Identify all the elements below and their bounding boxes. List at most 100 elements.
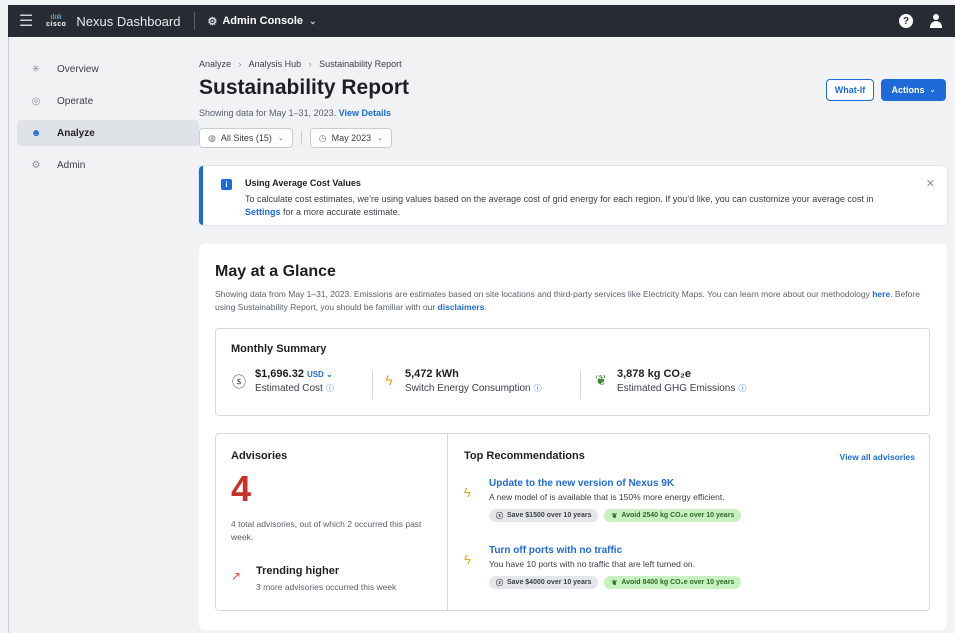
recommendation-title-link[interactable]: Turn off ports with no traffic bbox=[489, 545, 622, 556]
sidebar-item-label: Operate bbox=[57, 95, 94, 107]
globe-icon: ◍ bbox=[208, 132, 216, 143]
chevron-down-icon: ⌄ bbox=[929, 87, 936, 94]
breadcrumb: Analyze › Analysis Hub › Sustainability … bbox=[199, 59, 402, 69]
banner-title: Using Average Cost Values bbox=[245, 178, 361, 188]
metric-emissions-label-row: Estimated GHG Emissions ⓘ bbox=[617, 383, 746, 394]
methodology-link[interactable]: here bbox=[872, 289, 890, 299]
glance-title: May at a Glance bbox=[215, 263, 336, 280]
metric-divider bbox=[372, 371, 373, 399]
advisories-description: 4 total advisories, out of which 2 occur… bbox=[231, 519, 422, 542]
savings-badge-label: Save $1500 over 10 years bbox=[507, 512, 592, 519]
glance-card: May at a Glance Showing data from May 1–… bbox=[199, 244, 947, 630]
recommendation-title-link[interactable]: Update to the new version of Nexus 9K bbox=[489, 478, 674, 489]
top-bar: ☰ ılıılı cisco Nexus Dashboard ⚙ Admin C… bbox=[8, 5, 955, 37]
currency-dropdown[interactable]: USD ⌄ bbox=[307, 370, 333, 379]
filter-divider bbox=[300, 131, 302, 145]
metric-energy-value: 5,472 kWh bbox=[405, 368, 459, 380]
savings-badge: ⓢ Save $4000 over 10 years bbox=[489, 576, 599, 589]
page-subtitle-text: Showing data for May 1–31, 2023. bbox=[199, 108, 337, 118]
lightning-icon: ϟ bbox=[464, 552, 471, 567]
sidebar-item-operate[interactable]: ◎ Operate bbox=[17, 88, 199, 114]
sidebar-item-label: Overview bbox=[57, 63, 99, 75]
breadcrumb-item-analyze[interactable]: Analyze bbox=[199, 59, 231, 69]
savings-badge: ⓢ Save $1500 over 10 years bbox=[489, 509, 599, 522]
metric-cost-value-row: $1,696.32 USD ⌄ bbox=[255, 368, 334, 380]
view-all-advisories-link[interactable]: View all advisories bbox=[840, 452, 915, 462]
recommendation-badges: ⓢ Save $1500 over 10 years ❦ Avoid 2540 kg… bbox=[489, 509, 742, 522]
advisories-recommendations-card: Advisories 4 4 total advisories, out of … bbox=[215, 433, 930, 611]
metric-energy-label-row: Switch Energy Consumption ⓘ bbox=[405, 383, 542, 394]
info-tooltip-icon[interactable]: ⓘ bbox=[738, 384, 746, 393]
trend-title: Trending higher bbox=[256, 565, 340, 577]
month-filter-dropdown[interactable]: ◷ May 2023 ⌄ bbox=[309, 128, 393, 148]
chevron-down-icon: ⌄ bbox=[377, 135, 384, 142]
dollar-circle-icon: ⓢ bbox=[232, 374, 246, 390]
main-content: Analyze › Analysis Hub › Sustainability … bbox=[199, 37, 955, 633]
help-icon[interactable]: ? bbox=[899, 14, 913, 28]
sidebar-item-label: Admin bbox=[57, 159, 86, 171]
hamburger-menu-icon[interactable]: ☰ bbox=[12, 11, 40, 31]
currency-label: USD bbox=[306, 370, 324, 379]
topbar-divider bbox=[194, 12, 196, 30]
recommendation-description: A new model of is available that is 150%… bbox=[489, 492, 725, 502]
leaf-icon: ❦ bbox=[611, 512, 618, 520]
analyze-icon: ☻ bbox=[30, 127, 42, 139]
breadcrumb-chevron-icon: › bbox=[238, 59, 242, 69]
admin-icon: ⚙ bbox=[31, 159, 41, 171]
sidebar: ✳ Overview ◎ Operate ☻ Analyze ⚙ Admin bbox=[9, 37, 203, 633]
banner-text-after: for a more accurate estimate. bbox=[283, 207, 401, 217]
close-icon[interactable]: ✕ bbox=[926, 177, 935, 190]
trending-up-icon: ↗ bbox=[231, 569, 242, 583]
what-if-button[interactable]: What-If bbox=[826, 79, 874, 101]
advisories-title: Advisories bbox=[231, 450, 288, 462]
glance-description: Showing data from May 1–31, 2023. Emissi… bbox=[215, 288, 930, 314]
breadcrumb-item-current: Sustainability Report bbox=[319, 59, 402, 69]
view-details-link[interactable]: View Details bbox=[339, 108, 391, 118]
glance-text-1: Showing data from May 1–31, 2023. Emissi… bbox=[215, 289, 870, 299]
banner-text: To calculate cost estimates, we’re using… bbox=[245, 193, 885, 219]
sites-filter-dropdown[interactable]: ◍ All Sites (15) ⌄ bbox=[199, 128, 293, 148]
metric-cost: ⓢ $1,696.32 USD ⌄ Estimated Cost ⓘ bbox=[231, 368, 334, 394]
glance-text-3: . bbox=[484, 302, 487, 312]
user-icon[interactable] bbox=[929, 14, 943, 28]
sidebar-item-analyze[interactable]: ☻ Analyze bbox=[17, 120, 199, 146]
breadcrumb-item-analysis-hub[interactable]: Analysis Hub bbox=[249, 59, 302, 69]
metric-emissions-label: Estimated GHG Emissions bbox=[617, 383, 736, 394]
breadcrumb-chevron-icon: › bbox=[308, 59, 312, 69]
disclaimers-link[interactable]: disclaimers bbox=[438, 302, 485, 312]
recommendation-description: You have 10 ports with no traffic that a… bbox=[489, 559, 696, 569]
metric-emissions: ❦ 3,878 kg CO₂e Estimated GHG Emissions ⓘ bbox=[593, 368, 746, 394]
chevron-down-icon: ⌄ bbox=[277, 135, 284, 142]
savings-badge-label: Save $4000 over 10 years bbox=[507, 579, 592, 586]
cisco-logo-text: cisco bbox=[46, 21, 67, 28]
settings-link[interactable]: Settings bbox=[245, 207, 281, 217]
info-tooltip-icon[interactable]: ⓘ bbox=[534, 384, 542, 393]
actions-button-label: Actions bbox=[891, 85, 925, 95]
filter-bar: ◍ All Sites (15) ⌄ ◷ May 2023 ⌄ bbox=[199, 128, 393, 148]
operate-icon: ◎ bbox=[31, 95, 41, 107]
sites-filter-label: All Sites (15) bbox=[220, 133, 272, 143]
info-banner: i Using Average Cost Values To calculate… bbox=[199, 166, 947, 225]
overview-icon: ✳ bbox=[31, 63, 41, 75]
cisco-logo: ılıılı cisco bbox=[46, 14, 66, 28]
sidebar-item-overview[interactable]: ✳ Overview bbox=[17, 56, 199, 82]
sidebar-item-admin[interactable]: ⚙ Admin bbox=[17, 152, 199, 178]
metric-emissions-value: 3,878 kg CO₂e bbox=[617, 368, 691, 380]
actions-button[interactable]: Actions ⌄ bbox=[881, 79, 946, 101]
dollar-circle-icon: ⓢ bbox=[496, 579, 503, 587]
info-tooltip-icon[interactable]: ⓘ bbox=[326, 384, 334, 393]
month-filter-label: May 2023 bbox=[331, 133, 372, 143]
product-name[interactable]: Nexus Dashboard bbox=[76, 14, 180, 29]
lightning-icon: ϟ bbox=[385, 372, 393, 388]
metric-energy-label: Switch Energy Consumption bbox=[405, 383, 531, 394]
banner-text-before: To calculate cost estimates, we’re using… bbox=[245, 194, 874, 204]
console-switcher[interactable]: ⚙ Admin Console ⌄ bbox=[207, 15, 316, 28]
section-divider bbox=[447, 434, 448, 610]
clock-icon: ◷ bbox=[318, 132, 327, 143]
cisco-logo-bars-icon: ılıılı bbox=[50, 14, 62, 21]
emissions-badge: ❦ Avoid 2540 kg CO₂e over 10 years bbox=[604, 509, 742, 522]
chevron-down-icon: ⌄ bbox=[326, 370, 333, 379]
sidebar-item-label: Analyze bbox=[57, 127, 95, 139]
chevron-down-icon: ⌄ bbox=[309, 15, 317, 26]
info-icon: i bbox=[221, 179, 232, 190]
